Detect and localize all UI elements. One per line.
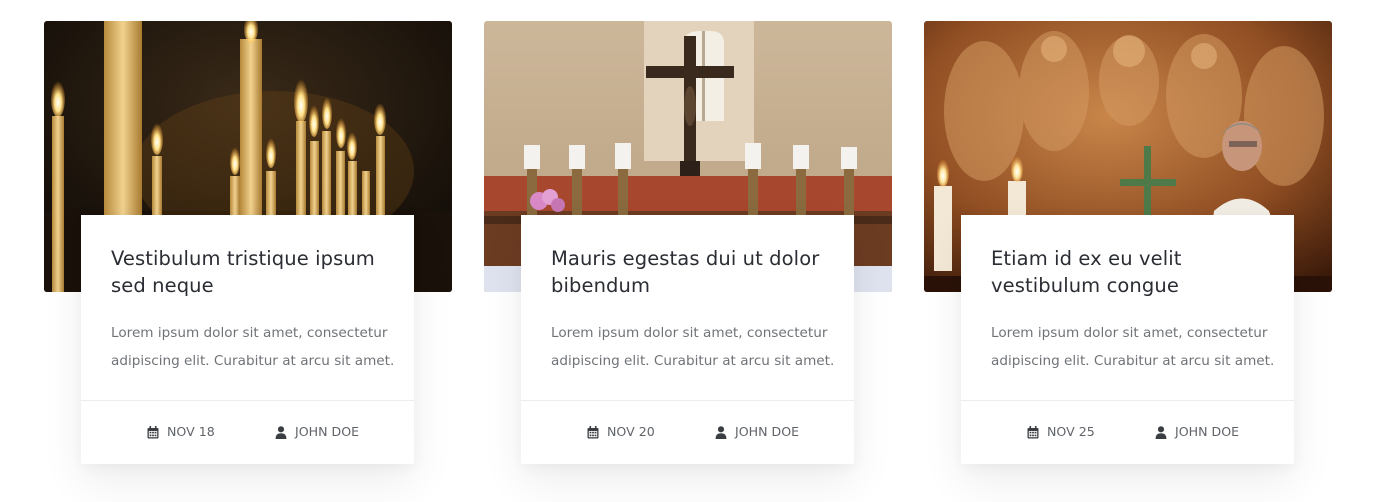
post-title[interactable]: Vestibulum tristique ipsum sed neque [111,245,391,299]
user-icon [715,425,727,439]
post-date-text: NOV 25 [1047,424,1095,439]
post-excerpt: Lorem ipsum dolor sit amet, consectetur … [551,325,835,369]
post-date: NOV 20 [587,423,655,441]
user-icon [1155,425,1167,439]
post-card-body: Vestibulum tristique ipsum sed neque Lor… [81,215,414,464]
post-author-text: JOHN DOE [735,424,800,439]
user-icon [275,425,287,439]
blog-post-card: Etiam id ex eu velit vestibulum congue L… [924,21,1332,464]
post-meta: NOV 25 JOHN DOE [961,400,1294,465]
calendar-icon [1027,425,1039,438]
blog-post-card: Mauris egestas dui ut dolor bibendum Lor… [484,21,892,464]
calendar-icon [147,425,159,438]
post-date: NOV 25 [1027,423,1095,441]
post-author-text: JOHN DOE [295,424,360,439]
post-date: NOV 18 [147,423,215,441]
post-author-text: JOHN DOE [1175,424,1240,439]
post-title[interactable]: Mauris egestas dui ut dolor bibendum [551,245,831,299]
post-date-text: NOV 20 [607,424,655,439]
post-card-body: Mauris egestas dui ut dolor bibendum Lor… [521,215,854,464]
post-author[interactable]: JOHN DOE [1155,423,1239,441]
post-meta: NOV 20 JOHN DOE [521,400,854,465]
post-date-text: NOV 18 [167,424,215,439]
blog-post-card: Vestibulum tristique ipsum sed neque Lor… [44,21,452,464]
calendar-icon [587,425,599,438]
post-excerpt: Lorem ipsum dolor sit amet, consectetur … [991,325,1275,369]
post-meta: NOV 18 JOHN DOE [81,400,414,465]
post-author[interactable]: JOHN DOE [715,423,799,441]
post-title[interactable]: Etiam id ex eu velit vestibulum congue [991,245,1271,299]
post-card-body: Etiam id ex eu velit vestibulum congue L… [961,215,1294,464]
post-excerpt: Lorem ipsum dolor sit amet, consectetur … [111,325,395,369]
post-author[interactable]: JOHN DOE [275,423,359,441]
